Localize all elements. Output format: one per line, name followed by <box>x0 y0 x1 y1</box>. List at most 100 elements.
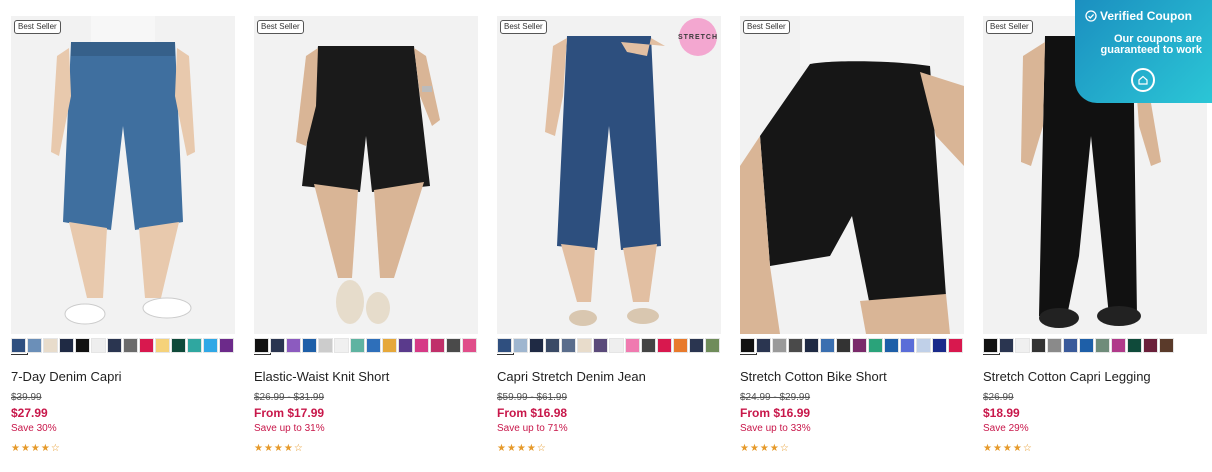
color-swatch[interactable] <box>820 338 835 353</box>
product-image[interactable]: Best Seller <box>254 16 478 334</box>
color-swatch[interactable] <box>254 338 271 355</box>
color-swatch[interactable] <box>286 338 301 353</box>
check-circle-icon <box>1085 10 1097 22</box>
color-swatch[interactable] <box>446 338 461 353</box>
color-swatch[interactable] <box>999 338 1014 353</box>
color-swatch[interactable] <box>155 338 170 353</box>
best-seller-badge: Best Seller <box>500 20 547 34</box>
color-swatch[interactable] <box>171 338 186 353</box>
color-swatch[interactable] <box>11 338 28 355</box>
color-swatch[interactable] <box>302 338 317 353</box>
color-swatch[interactable] <box>1127 338 1142 353</box>
star-rating: ★★★★☆ <box>11 443 61 454</box>
color-swatch[interactable] <box>430 338 445 353</box>
color-swatch[interactable] <box>1031 338 1046 353</box>
color-swatch[interactable] <box>609 338 624 353</box>
color-swatch[interactable] <box>641 338 656 353</box>
color-swatch[interactable] <box>657 338 672 353</box>
sale-price: From $16.98 <box>497 406 568 420</box>
shop-logo-icon <box>1131 68 1155 92</box>
product-image[interactable]: Best Seller <box>740 16 964 334</box>
color-swatch[interactable] <box>497 338 514 355</box>
color-swatch[interactable] <box>916 338 931 353</box>
color-swatch[interactable] <box>772 338 787 353</box>
color-swatch[interactable] <box>705 338 720 353</box>
color-swatch[interactable] <box>1111 338 1126 353</box>
color-swatch[interactable] <box>932 338 947 353</box>
product-name[interactable]: Elastic-Waist Knit Short <box>254 369 478 384</box>
model-photo <box>296 46 440 324</box>
product-card[interactable]: Best Seller STRETCH Capri Stretch Denim … <box>497 16 721 454</box>
color-swatch[interactable] <box>1159 338 1174 353</box>
color-swatch[interactable] <box>1079 338 1094 353</box>
product-name[interactable]: 7-Day Denim Capri <box>11 369 235 384</box>
color-swatch[interactable] <box>545 338 560 353</box>
color-swatch[interactable] <box>900 338 915 353</box>
coupon-title-row: Verified Coupon <box>1085 9 1192 23</box>
color-swatch[interactable] <box>673 338 688 353</box>
color-swatch[interactable] <box>513 338 528 353</box>
product-card[interactable]: Best Seller Elastic-Waist Knit Short $26… <box>254 16 478 454</box>
color-swatch[interactable] <box>529 338 544 353</box>
color-swatch[interactable] <box>561 338 576 353</box>
color-swatch[interactable] <box>689 338 704 353</box>
product-image[interactable]: Best Seller <box>11 16 235 334</box>
color-swatch[interactable] <box>318 338 333 353</box>
color-swatch[interactable] <box>756 338 771 353</box>
star-rating: ★★★★☆ <box>983 443 1033 454</box>
color-swatch[interactable] <box>139 338 154 353</box>
color-swatch[interactable] <box>577 338 592 353</box>
color-swatches <box>11 338 235 355</box>
color-swatch[interactable] <box>203 338 218 353</box>
color-swatch[interactable] <box>625 338 640 353</box>
color-swatch[interactable] <box>382 338 397 353</box>
coupon-title: Verified Coupon <box>1100 9 1193 23</box>
product-image[interactable]: Best Seller STRETCH <box>497 16 721 334</box>
color-swatch[interactable] <box>270 338 285 353</box>
color-swatch[interactable] <box>27 338 42 353</box>
color-swatch[interactable] <box>804 338 819 353</box>
color-swatch[interactable] <box>983 338 1000 355</box>
color-swatch[interactable] <box>334 338 349 353</box>
color-swatch[interactable] <box>1047 338 1062 353</box>
color-swatch[interactable] <box>123 338 138 353</box>
color-swatches <box>740 338 964 355</box>
color-swatch[interactable] <box>852 338 867 353</box>
color-swatch[interactable] <box>1063 338 1078 353</box>
color-swatch[interactable] <box>219 338 234 353</box>
product-name[interactable]: Stretch Cotton Bike Short <box>740 369 964 384</box>
color-swatch[interactable] <box>366 338 381 353</box>
color-swatch[interactable] <box>1095 338 1110 353</box>
product-card[interactable]: Best Seller Stretch Cotton Bike Short $2… <box>740 16 964 454</box>
best-seller-badge: Best Seller <box>14 20 61 34</box>
product-card[interactable]: Best Seller 7-Day Denim Capri $39.99 $27… <box>11 16 235 454</box>
color-swatch[interactable] <box>398 338 413 353</box>
savings-text: Save up to 71% <box>497 423 568 434</box>
color-swatch[interactable] <box>107 338 122 353</box>
color-swatch[interactable] <box>788 338 803 353</box>
color-swatch[interactable] <box>884 338 899 353</box>
color-swatch[interactable] <box>350 338 365 353</box>
color-swatch[interactable] <box>187 338 202 353</box>
color-swatch[interactable] <box>1143 338 1158 353</box>
color-swatch[interactable] <box>948 338 963 353</box>
original-price: $26.99 - $31.99 <box>254 392 325 403</box>
verified-coupon-widget[interactable]: Verified Coupon Our coupons are guarante… <box>1075 0 1212 103</box>
product-name[interactable]: Capri Stretch Denim Jean <box>497 369 721 384</box>
color-swatch[interactable] <box>59 338 74 353</box>
color-swatch[interactable] <box>414 338 429 353</box>
color-swatch[interactable] <box>593 338 608 353</box>
color-swatch[interactable] <box>1015 338 1030 353</box>
color-swatch[interactable] <box>462 338 477 353</box>
color-swatch[interactable] <box>75 338 90 353</box>
best-seller-badge: Best Seller <box>986 20 1033 34</box>
color-swatch[interactable] <box>91 338 106 353</box>
savings-text: Save up to 33% <box>740 423 811 434</box>
color-swatch[interactable] <box>740 338 757 355</box>
color-swatch[interactable] <box>836 338 851 353</box>
sale-price: From $17.99 <box>254 406 325 420</box>
color-swatch[interactable] <box>868 338 883 353</box>
product-name[interactable]: Stretch Cotton Capri Legging <box>983 369 1207 384</box>
coupon-subtitle: Our coupons are guaranteed to work <box>1100 33 1202 56</box>
color-swatch[interactable] <box>43 338 58 353</box>
